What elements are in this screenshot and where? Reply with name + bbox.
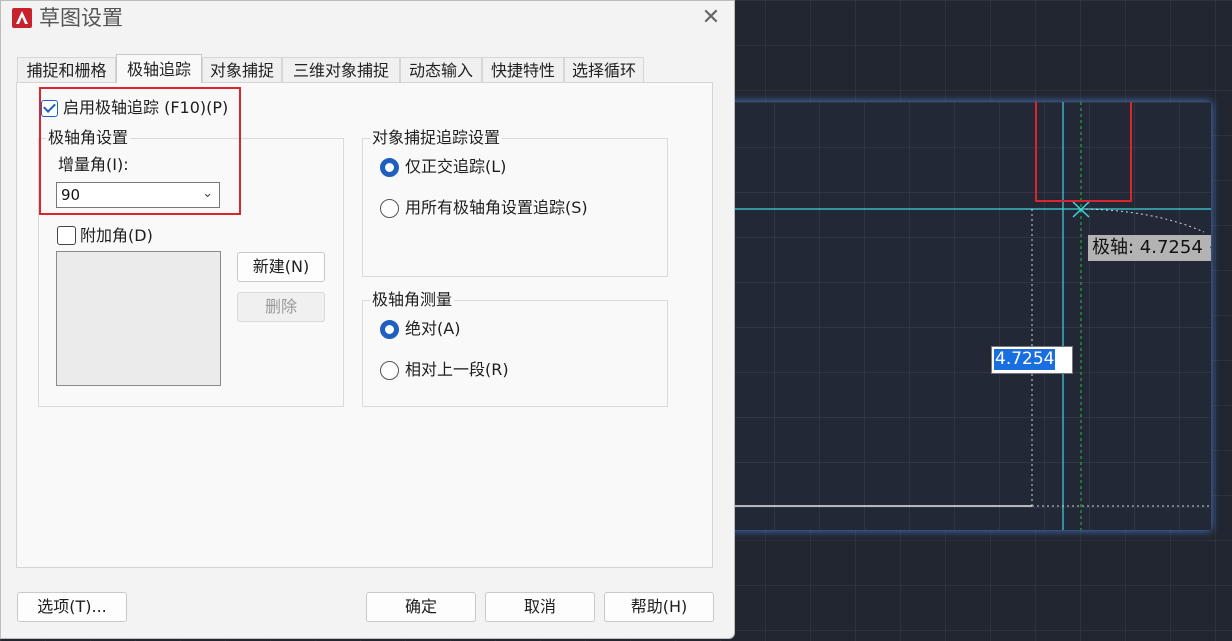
additional-angles-checkbox[interactable] [57, 226, 76, 245]
highlight-box [39, 87, 241, 215]
relative-radio[interactable] [380, 361, 399, 380]
all-polar-radio[interactable] [380, 199, 399, 218]
orthogonal-only-label: 仅正交追踪(L) [405, 157, 507, 176]
absolute-label: 绝对(A) [405, 319, 461, 338]
additional-angles-list[interactable] [56, 251, 221, 386]
ok-button[interactable]: 确定 [366, 592, 476, 622]
tab-quick-properties[interactable]: 快捷特性 [482, 57, 564, 82]
title-bar: 草图设置 ✕ [1, 1, 736, 35]
tab-object-snap[interactable]: 对象捕捉 [202, 57, 282, 82]
dynamic-input-value[interactable]: 4.7254 [994, 349, 1056, 370]
polar-tooltip: 极轴: 4.7254 < [1088, 235, 1211, 261]
all-polar-label: 用所有极轴角设置追踪(S) [405, 198, 588, 217]
tab-selection-cycling[interactable]: 选择循环 [564, 57, 644, 82]
cancel-button[interactable]: 取消 [485, 592, 595, 622]
polar-measure-group [362, 300, 668, 407]
orthogonal-only-radio[interactable] [380, 158, 399, 177]
new-angle-button[interactable]: 新建(N) [237, 252, 325, 282]
tab-3d-object-snap[interactable]: 三维对象捕捉 [282, 57, 400, 82]
tab-dynamic-input[interactable]: 动态输入 [400, 57, 482, 82]
additional-angles-label: 附加角(D) [80, 226, 153, 245]
delete-angle-button[interactable]: 删除 [237, 292, 325, 322]
polar-measure-group-title: 极轴角测量 [370, 290, 455, 310]
options-button[interactable]: 选项(T)... [17, 592, 127, 622]
autocad-logo-icon [12, 8, 32, 28]
dialog-title: 草图设置 [39, 6, 123, 30]
absolute-radio[interactable] [380, 320, 399, 339]
relative-label: 相对上一段(R) [405, 360, 509, 379]
polar-arc [1080, 208, 1205, 233]
help-button[interactable]: 帮助(H) [604, 592, 714, 622]
tab-snap-grid[interactable]: 捕捉和栅格 [17, 57, 116, 82]
tab-polar-tracking[interactable]: 极轴追踪 [116, 54, 202, 83]
drawing-preview: 极轴: 4.7254 < 4.7254 [684, 102, 1211, 530]
highlight-box [1035, 102, 1132, 202]
snap-tracking-group-title: 对象捕捉追踪设置 [370, 128, 503, 148]
drafting-settings-dialog: 草图设置 ✕ 捕捉和栅格 极轴追踪 对象捕捉 三维对象捕捉 动态输入 快捷特性 … [0, 0, 735, 639]
dynamic-input-field[interactable]: 4.7254 [991, 346, 1073, 374]
close-icon[interactable]: ✕ [698, 5, 724, 31]
